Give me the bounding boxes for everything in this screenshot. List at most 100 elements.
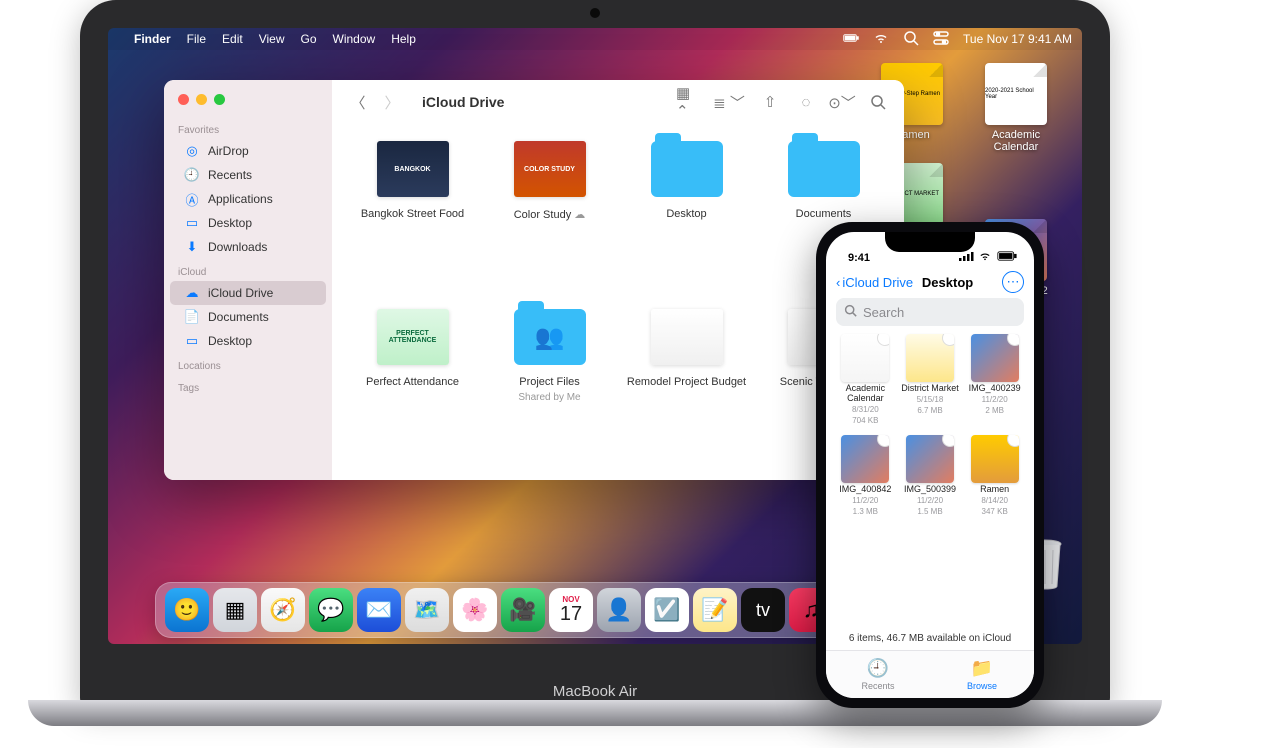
menubar-window[interactable]: Window xyxy=(333,32,376,46)
file-thumb-icon xyxy=(906,334,954,382)
view-icons-button[interactable]: ▦ ⌃ xyxy=(676,91,700,113)
action-button[interactable]: ⊙﹀ xyxy=(830,91,854,113)
back-button[interactable]: 〈 xyxy=(346,91,370,113)
iphone-file-item[interactable]: District Market5/15/186.7 MB xyxy=(901,334,960,425)
sidebar-item-icloud-desktop[interactable]: ▭Desktop xyxy=(170,329,326,353)
file-item[interactable]: Remodel Project Budget xyxy=(624,302,749,470)
window-controls xyxy=(164,90,332,117)
file-date: 8/14/20 xyxy=(981,497,1008,506)
iphone-footer: 6 items, 46.7 MB available on iCloud xyxy=(826,627,1034,650)
iphone-notch xyxy=(885,232,975,252)
file-date: 11/2/20 xyxy=(917,497,943,506)
dock-item-mail[interactable]: ✉️ xyxy=(357,588,401,632)
sidebar-item-airdrop[interactable]: ◎AirDrop xyxy=(170,139,326,163)
search-button[interactable] xyxy=(866,91,890,113)
sidebar-item-recents[interactable]: 🕘Recents xyxy=(170,163,326,187)
menubar-edit[interactable]: Edit xyxy=(222,32,243,46)
file-thumb-icon: BANGKOK xyxy=(377,141,449,197)
wifi-icon[interactable] xyxy=(873,30,889,49)
file-label: IMG_400842 xyxy=(839,485,891,495)
dock-item-maps[interactable]: 🗺️ xyxy=(405,588,449,632)
file-item[interactable]: Project FilesShared by Me xyxy=(487,302,612,470)
dock-item-messages[interactable]: 💬 xyxy=(309,588,353,632)
dock-item-photos[interactable]: 🌸 xyxy=(453,588,497,632)
spotlight-icon[interactable] xyxy=(903,30,919,49)
iphone-file-item[interactable]: IMG_50039911/2/201.5 MB xyxy=(901,435,960,516)
sidebar-item-desktop[interactable]: ▭Desktop xyxy=(170,211,326,235)
finder-toolbar: 〈 〉 iCloud Drive ▦ ⌃ ≣ ﹀ ⇧ ◌ ⊙﹀ xyxy=(332,80,904,124)
sidebar-item-documents[interactable]: 📄Documents xyxy=(170,305,326,329)
sidebar-item-applications[interactable]: ⒶApplications xyxy=(170,187,326,211)
file-label: Academic Calendar xyxy=(836,384,895,404)
menubar-file[interactable]: File xyxy=(187,32,206,46)
file-thumb-icon: COLOR STUDY xyxy=(514,141,586,197)
iphone-frame: 9:41 ‹iCloud Drive Desktop ⋯ Search Acad… xyxy=(816,222,1044,708)
menubar-clock[interactable]: Tue Nov 17 9:41 AM xyxy=(963,32,1072,46)
clock-icon: 🕘 xyxy=(184,167,200,183)
desktop-item[interactable]: 2020-2021 School Year Academic Calendar xyxy=(976,63,1056,153)
tags-button[interactable]: ◌ xyxy=(794,91,818,113)
file-item[interactable]: BANGKOKBangkok Street Food xyxy=(350,134,475,288)
clock-icon: 🕘 xyxy=(867,658,889,679)
minimize-button[interactable] xyxy=(196,94,207,105)
iphone-file-item[interactable]: IMG_40023911/2/202 MB xyxy=(965,334,1024,425)
file-item[interactable]: PERFECT ATTENDANCEPerfect Attendance xyxy=(350,302,475,470)
dock-item-calendar[interactable]: NOV17 xyxy=(549,588,593,632)
group-button[interactable]: ≣ ﹀ xyxy=(712,91,746,113)
file-label: Desktop xyxy=(666,208,706,220)
battery-icon[interactable] xyxy=(843,30,859,49)
close-button[interactable] xyxy=(178,94,189,105)
iphone-file-item[interactable]: IMG_400842 11/2/20 1.3 MB xyxy=(836,435,895,516)
sidebar-heading: iCloud xyxy=(164,259,332,281)
file-thumb-icon: PERFECT ATTENDANCE xyxy=(377,309,449,365)
file-item[interactable]: Desktop xyxy=(624,134,749,288)
folder-icon xyxy=(514,309,586,365)
zoom-button[interactable] xyxy=(214,94,225,105)
dock-item-facetime[interactable]: 🎥 xyxy=(501,588,545,632)
dock-item-contacts[interactable]: 👤 xyxy=(597,588,641,632)
desktop-label: Academic Calendar xyxy=(976,129,1056,153)
dock-item-safari[interactable]: 🧭 xyxy=(261,588,305,632)
dock-item-reminders[interactable]: ☑️ xyxy=(645,588,689,632)
forward-button[interactable]: 〉 xyxy=(380,91,404,113)
tab-recents[interactable]: 🕘Recents xyxy=(826,651,930,698)
camera-dot xyxy=(590,8,600,18)
search-icon xyxy=(844,304,857,320)
sidebar-item-downloads[interactable]: ⬇Downloads xyxy=(170,235,326,259)
share-button[interactable]: ⇧ xyxy=(758,91,782,113)
battery-icon xyxy=(996,251,1018,264)
file-size: 6.7 MB xyxy=(917,407,942,416)
file-label: Ramen xyxy=(980,485,1009,495)
dock-item-launchpad[interactable]: ▦ xyxy=(213,588,257,632)
iphone-file-item[interactable]: Academic Calendar8/31/20704 KB xyxy=(836,334,895,425)
file-item[interactable]: COLOR STUDY Color Study ☁︎ xyxy=(487,134,612,288)
folder-icon: 📁 xyxy=(971,658,993,679)
control-center-icon[interactable] xyxy=(933,30,949,49)
dock-item-notes[interactable]: 📝 xyxy=(693,588,737,632)
file-date: 11/2/20 xyxy=(852,497,878,506)
sidebar-item-icloud-drive[interactable]: ☁iCloud Drive xyxy=(170,281,326,305)
menubar-app[interactable]: Finder xyxy=(134,32,171,46)
desktop-icon: ▭ xyxy=(184,333,200,349)
file-size: 1.3 MB xyxy=(853,508,878,517)
dock-item-finder[interactable]: 🙂 xyxy=(165,588,209,632)
file-label: Remodel Project Budget xyxy=(627,376,746,388)
dock-item-tv[interactable]: tv xyxy=(741,588,785,632)
file-label: Project Files xyxy=(519,376,580,388)
back-button[interactable]: ‹iCloud Drive xyxy=(836,275,913,290)
menubar-help[interactable]: Help xyxy=(391,32,416,46)
finder-sidebar: Favorites ◎AirDrop 🕘Recents ⒶApplication… xyxy=(164,80,332,480)
search-input[interactable]: Search xyxy=(836,298,1024,326)
menubar-view[interactable]: View xyxy=(259,32,285,46)
file-label: Color Study ☁︎ xyxy=(514,208,586,221)
file-date: 5/15/18 xyxy=(917,396,944,405)
file-thumb-icon xyxy=(971,334,1019,382)
file-date: 11/2/20 xyxy=(982,396,1008,405)
tab-browse[interactable]: 📁Browse xyxy=(930,651,1034,698)
iphone-file-item[interactable]: Ramen8/14/20347 KB xyxy=(965,435,1024,516)
chevron-left-icon: ‹ xyxy=(836,275,840,290)
file-size: 704 KB xyxy=(852,417,878,426)
more-button[interactable]: ⋯ xyxy=(1002,271,1024,293)
search-placeholder: Search xyxy=(863,305,904,320)
menubar-go[interactable]: Go xyxy=(301,32,317,46)
